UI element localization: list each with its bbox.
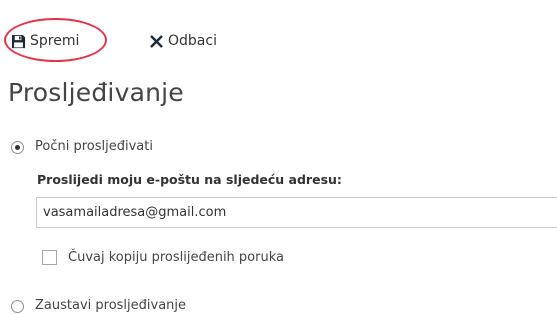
start-forwarding-label: Počni prosljeđivati [35,139,153,154]
save-label: Spremi [30,33,80,49]
close-icon [150,34,163,48]
stop-forwarding-radio[interactable] [11,300,24,313]
discard-button[interactable]: Odbaci [150,29,217,53]
keep-copy-label: Čuvaj kopiju proslijeđenih poruka [68,250,284,265]
forward-address-input[interactable] [36,197,557,228]
stop-forwarding-label: Zaustavi prosljeđivanje [35,298,187,313]
discard-label: Odbaci [168,33,217,49]
floppy-disk-icon [11,34,26,48]
save-button[interactable]: Spremi [11,29,79,53]
keep-copy-checkbox[interactable] [42,250,57,265]
forward-address-label: Proslijedi moju e-poštu na sljedeću adre… [37,172,342,187]
start-forwarding-radio[interactable] [11,141,24,154]
page-title: Prosljeđivanje [8,78,184,107]
